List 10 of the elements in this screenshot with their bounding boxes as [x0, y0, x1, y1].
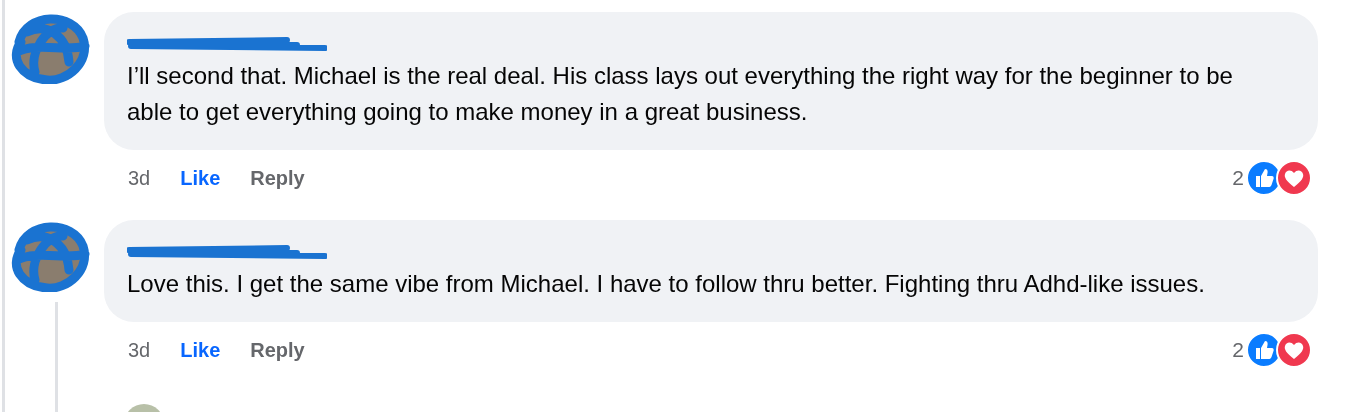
- comment-text: I’ll second that. Michael is the real deal. His class lays out everything the right way for the beginner to be able to get everything going to make money in a great business.: [127, 61, 1234, 127]
- comment-text: Love this. I get the same vibe from Michael. I have to follow thru better. Fighting thru Adhd-like issues.: [127, 269, 1206, 299]
- reaction-count: 2: [1232, 338, 1244, 362]
- reply-button[interactable]: Reply: [250, 338, 305, 362]
- like-button[interactable]: Like: [180, 338, 221, 362]
- timestamp: 3d: [128, 166, 151, 190]
- like-button[interactable]: Like: [180, 166, 221, 190]
- reaction-count: 2: [1232, 166, 1244, 190]
- reply-button[interactable]: Reply: [250, 166, 305, 190]
- timestamp: 3d: [128, 338, 151, 362]
